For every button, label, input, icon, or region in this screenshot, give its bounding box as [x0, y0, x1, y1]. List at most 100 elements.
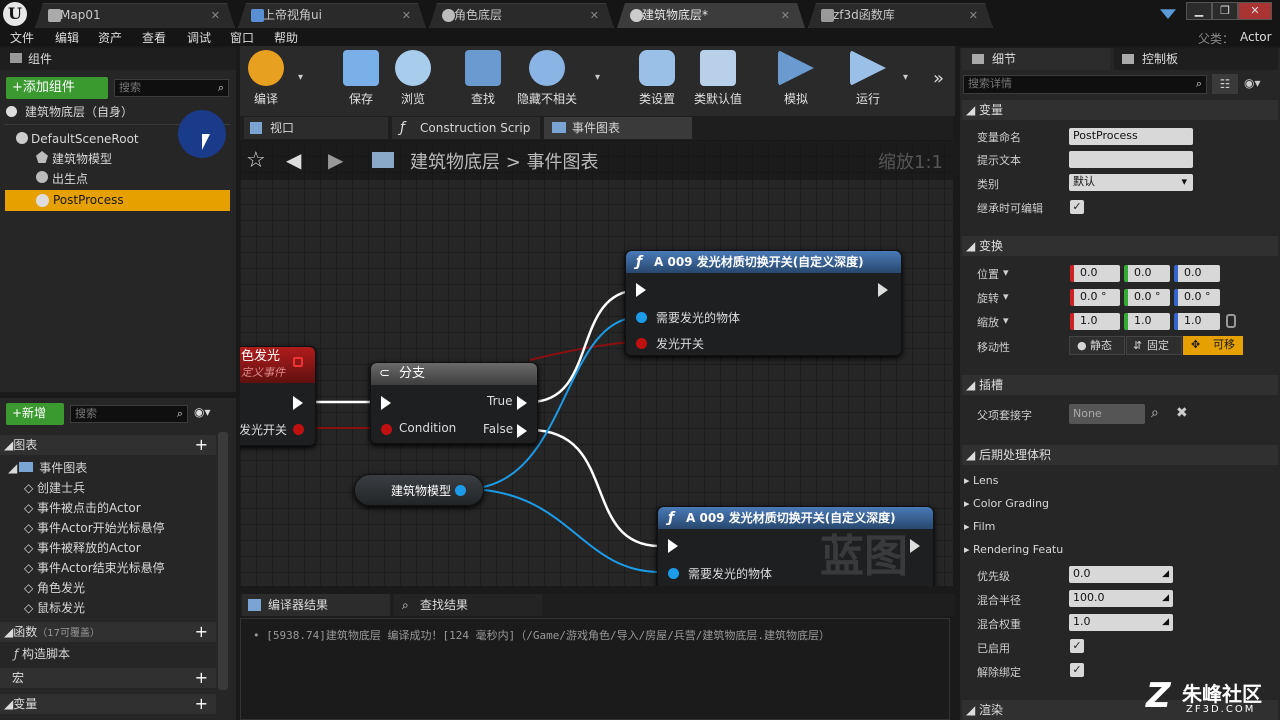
- functions-section[interactable]: ◢函数（17可覆盖） +: [0, 622, 216, 642]
- construction-script-item[interactable]: ƒ 构造脚本: [14, 644, 214, 664]
- category-dropdown[interactable]: 默认 ▾: [1069, 174, 1193, 191]
- mobility-static-button[interactable]: ● 静态: [1069, 336, 1125, 355]
- maximize-button[interactable]: ❐: [1212, 2, 1238, 20]
- macros-section[interactable]: 宏 +: [0, 668, 216, 688]
- exec-output-pin[interactable]: [293, 396, 303, 410]
- hide-unrelated-button[interactable]: 隐藏不相关: [510, 50, 584, 107]
- pp-rendering-features-item[interactable]: ▸ Rendering Featur: [964, 540, 1064, 560]
- location-y-input[interactable]: 0.0: [1124, 265, 1170, 282]
- tab-god-view-ui[interactable]: 上帝视角ui ✕: [238, 3, 426, 28]
- chevron-down-icon[interactable]: ▾: [1003, 290, 1009, 303]
- enabled-checkbox[interactable]: ✓: [1070, 639, 1084, 653]
- compile-button[interactable]: 编译: [236, 50, 296, 107]
- tab-find-results[interactable]: ⌕ 查找结果: [394, 594, 542, 616]
- variable-section[interactable]: ◢ 变量: [962, 100, 1278, 120]
- rotation-x-input[interactable]: 0.0 °: [1070, 289, 1120, 306]
- menu-view[interactable]: 查看: [142, 29, 166, 46]
- mobility-stationary-button[interactable]: ⇵ 固定: [1126, 336, 1182, 355]
- glow-switch-pin[interactable]: [636, 338, 647, 349]
- scale-x-input[interactable]: 1.0: [1070, 313, 1120, 330]
- pp-color-grading-item[interactable]: ▸ Color Grading: [964, 494, 1064, 514]
- chevron-down-icon[interactable]: ▾: [1003, 266, 1009, 279]
- component-spawn-point[interactable]: 出生点: [36, 169, 226, 189]
- bool-output-pin[interactable]: [293, 424, 304, 435]
- branch-node[interactable]: ⊂ 分支 Condition True False: [370, 362, 538, 444]
- close-icon[interactable]: ✕: [590, 4, 599, 27]
- unbound-checkbox[interactable]: ✓: [1070, 663, 1084, 677]
- add-icon[interactable]: +: [195, 668, 208, 688]
- lock-icon[interactable]: [1226, 314, 1236, 328]
- menu-file[interactable]: 文件: [10, 29, 34, 46]
- close-icon[interactable]: ✕: [402, 4, 411, 27]
- save-button[interactable]: 保存: [331, 50, 391, 107]
- exec-output-pin[interactable]: [910, 539, 920, 553]
- menu-edit[interactable]: 编辑: [55, 29, 79, 46]
- dropdown-arrow-icon[interactable]: ▾: [595, 72, 600, 83]
- add-component-button[interactable]: +添加组件: [6, 77, 108, 99]
- browse-button[interactable]: 浏览: [383, 50, 443, 107]
- list-item[interactable]: ◇ 事件被释放的Actor: [24, 538, 214, 558]
- editable-checkbox[interactable]: ✓: [1070, 200, 1084, 214]
- blueprint-search-input[interactable]: 搜索 ⌕: [70, 405, 188, 423]
- class-defaults-button[interactable]: 类默认值: [686, 50, 750, 107]
- list-item[interactable]: ◇ 事件Actor开始光标悬停: [24, 518, 214, 538]
- false-exec-pin[interactable]: [517, 424, 527, 438]
- view-options-icon[interactable]: ◉▾: [194, 405, 211, 419]
- exec-input-pin[interactable]: [636, 283, 646, 297]
- close-window-button[interactable]: ✕: [1238, 2, 1272, 20]
- tab-viewport[interactable]: 视口: [244, 117, 388, 139]
- component-default-scene-root[interactable]: DefaultSceneRoot: [16, 129, 176, 149]
- event-graph-item[interactable]: ◢ 事件图表: [8, 458, 208, 478]
- glow-switch-function-node[interactable]: ƒA 009 发光材质切换开关(自定义深度) 需要发光的物体 发光开关: [625, 250, 902, 356]
- list-item[interactable]: ◇ 鼠标发光: [24, 598, 214, 618]
- location-x-input[interactable]: 0.0: [1070, 265, 1120, 282]
- tab-function-library[interactable]: zf3d函数库 ✕: [808, 3, 993, 28]
- scrollbar[interactable]: [218, 432, 228, 690]
- graphs-section[interactable]: ◢图表 +: [0, 435, 216, 455]
- delegate-pin[interactable]: [293, 357, 303, 367]
- variable-output-pin[interactable]: [455, 485, 466, 496]
- list-item[interactable]: ◇ 事件被点击的Actor: [24, 498, 214, 518]
- add-icon[interactable]: +: [195, 694, 208, 714]
- find-button[interactable]: 查找: [453, 50, 513, 107]
- list-item[interactable]: ◇ 事件Actor结束光标悬停: [24, 558, 214, 578]
- variables-section[interactable]: ◢变量 +: [0, 694, 216, 714]
- close-icon[interactable]: ✕: [969, 4, 978, 27]
- list-item[interactable]: ◇ 角色发光: [24, 578, 214, 598]
- custom-event-node[interactable]: 色发光 定义事件 发光开关: [240, 346, 316, 446]
- target-object-pin[interactable]: [668, 568, 679, 579]
- exec-input-pin[interactable]: [381, 396, 391, 410]
- tab-construction-script[interactable]: ƒ Construction Scrip: [392, 117, 540, 139]
- event-graph-canvas[interactable]: ☆ ◀ ▶ 建筑物底层 > 事件图表 缩放1:1 色发光 定义事件 发光开关 ⊂ 分…: [240, 140, 953, 586]
- pp-film-item[interactable]: ▸ Film: [964, 517, 1064, 537]
- dropdown-arrow-icon[interactable]: ▾: [903, 72, 908, 83]
- menu-asset[interactable]: 资产: [98, 29, 122, 46]
- tab-details[interactable]: 细节: [962, 48, 1110, 70]
- variable-name-input[interactable]: PostProcess: [1069, 128, 1193, 145]
- eye-icon[interactable]: ◉▾: [1244, 76, 1261, 90]
- more-tools-icon[interactable]: »: [933, 68, 944, 89]
- property-matrix-icon[interactable]: ☷: [1212, 74, 1238, 94]
- sockets-section[interactable]: ◢ 插槽: [962, 375, 1278, 395]
- rotation-z-input[interactable]: 0.0 °: [1174, 289, 1220, 306]
- menu-window[interactable]: 窗口: [230, 29, 254, 46]
- add-icon[interactable]: +: [195, 435, 208, 455]
- condition-pin[interactable]: [381, 424, 392, 435]
- tab-event-graph[interactable]: 事件图表: [544, 117, 692, 139]
- target-object-pin[interactable]: [636, 312, 647, 323]
- blend-weight-input[interactable]: 1.0 ◢: [1069, 614, 1173, 631]
- minimize-button[interactable]: ▁: [1186, 2, 1212, 20]
- menu-debug[interactable]: 调试: [187, 29, 211, 46]
- tab-map01[interactable]: Map01 ✕: [35, 3, 235, 28]
- scale-z-input[interactable]: 1.0: [1174, 313, 1220, 330]
- menu-help[interactable]: 帮助: [274, 29, 298, 46]
- details-search-input[interactable]: 搜索详情 ⌕: [963, 75, 1207, 94]
- true-exec-pin[interactable]: [517, 396, 527, 410]
- add-icon[interactable]: +: [195, 622, 208, 642]
- clear-icon[interactable]: ✖: [1176, 405, 1188, 421]
- chevron-down-icon[interactable]: ▾: [1003, 314, 1009, 327]
- rotation-y-input[interactable]: 0.0 °: [1124, 289, 1170, 306]
- tab-character-base[interactable]: 角色底层 ✕: [429, 3, 614, 28]
- blend-radius-input[interactable]: 100.0 ◢: [1069, 590, 1173, 607]
- simulate-button[interactable]: 模拟: [766, 50, 826, 107]
